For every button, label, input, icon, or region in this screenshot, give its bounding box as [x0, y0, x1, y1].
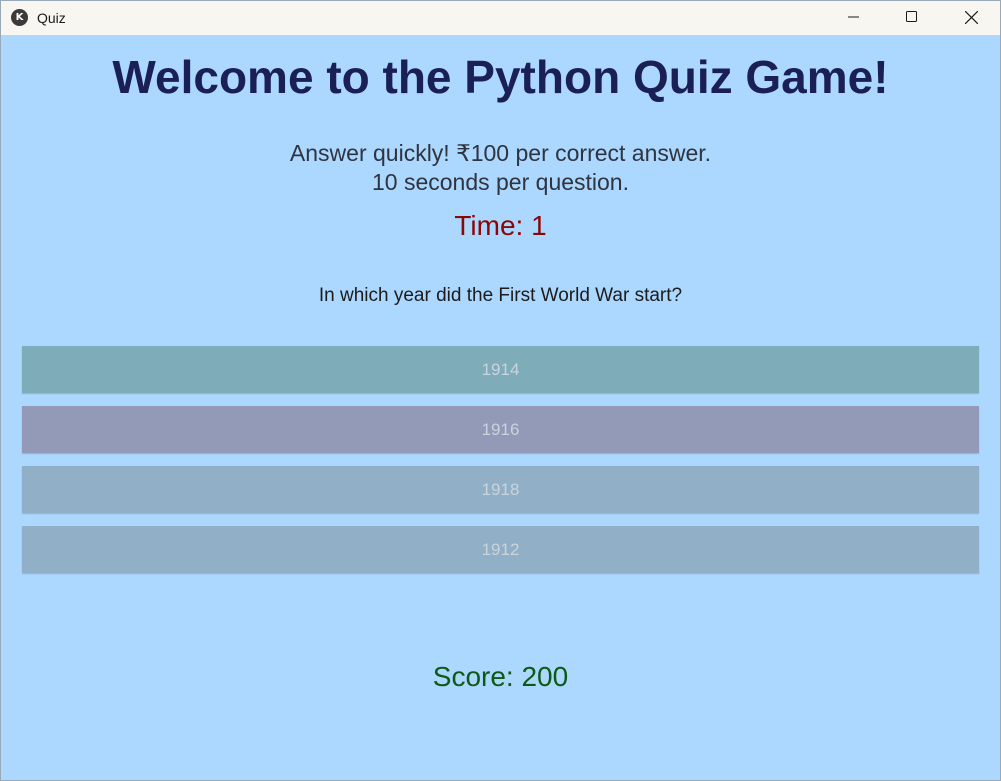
instructions-line-2: 10 seconds per question.	[371, 169, 629, 195]
minimize-button[interactable]	[825, 1, 883, 33]
quiz-window: K Quiz Welcome to the Python Quiz Game! …	[0, 0, 1001, 781]
instructions: Answer quickly! ₹100 per correct answer.…	[1, 139, 1000, 197]
answer-option-1[interactable]: 1914	[22, 346, 979, 393]
timer-label: Time: 1	[454, 210, 547, 241]
answer-option-3[interactable]: 1918	[22, 466, 979, 513]
page-title: Welcome to the Python Quiz Game!	[112, 51, 889, 103]
close-icon	[964, 10, 978, 24]
maximize-icon	[906, 11, 917, 22]
minimize-icon	[848, 16, 859, 18]
instructions-line-1: Answer quickly! ₹100 per correct answer.	[289, 140, 712, 166]
score-label: Score: 200	[432, 661, 569, 692]
answer-option-2[interactable]: 1916	[22, 406, 979, 453]
title-bar[interactable]: K Quiz	[1, 1, 1000, 35]
close-button[interactable]	[942, 1, 1000, 33]
question-text: In which year did the First World War st…	[318, 285, 683, 306]
maximize-button[interactable]	[883, 1, 941, 33]
window-title: Quiz	[37, 10, 66, 26]
kivy-logo-icon: K	[11, 9, 28, 26]
answer-option-4[interactable]: 1912	[22, 526, 979, 573]
